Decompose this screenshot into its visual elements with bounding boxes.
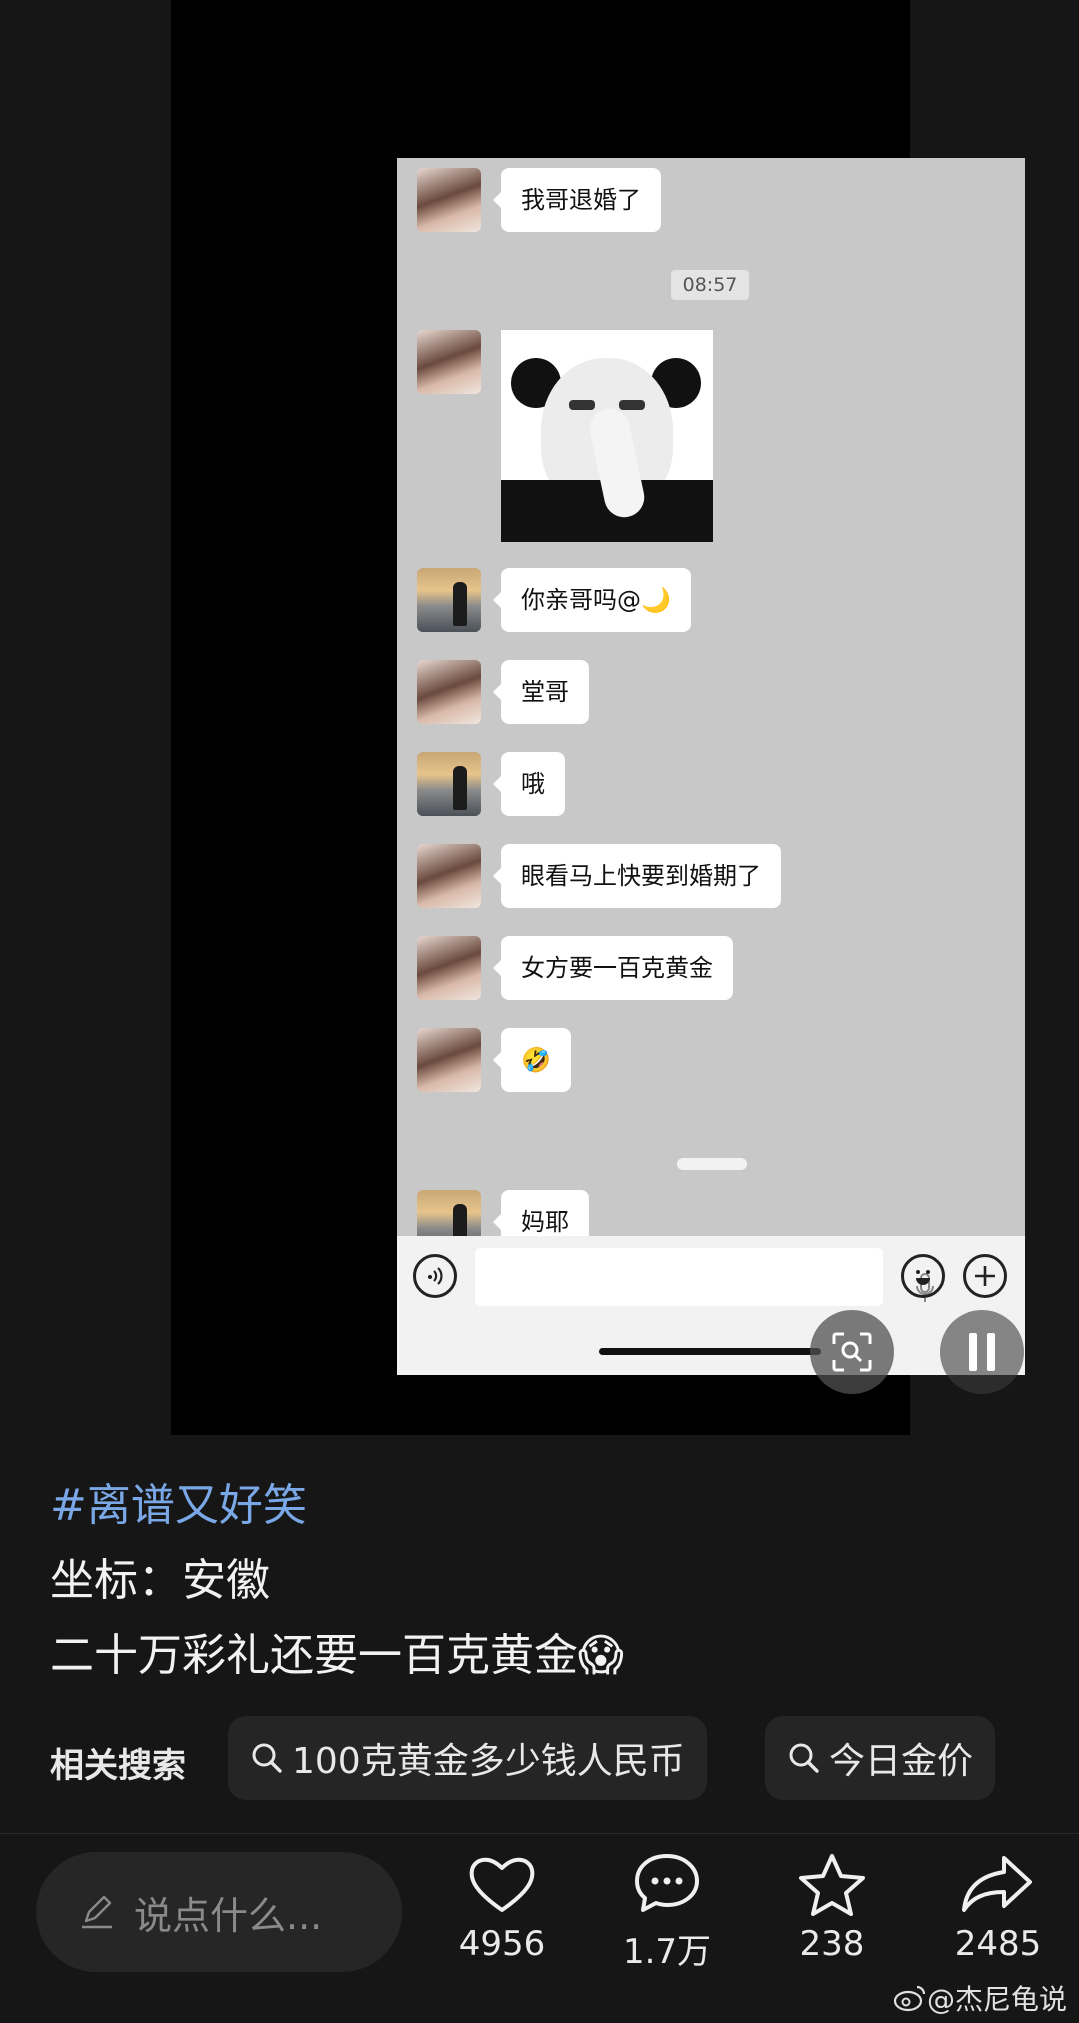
like-button[interactable]: 4956 bbox=[442, 1852, 562, 1964]
message-bubble: 眼看马上快要到婚期了 bbox=[493, 844, 781, 908]
avatar bbox=[417, 168, 481, 232]
home-indicator bbox=[599, 1348, 821, 1355]
plus-icon bbox=[963, 1254, 1007, 1298]
chat-timestamp: 08:57 bbox=[671, 270, 749, 300]
message-bubble: 🤣 bbox=[493, 1028, 571, 1092]
scan-icon bbox=[832, 1332, 872, 1372]
chat-message: 眼看马上快要到婚期了 bbox=[417, 844, 781, 908]
comment-count: 1.7万 bbox=[622, 1932, 712, 1972]
star-icon bbox=[799, 1854, 865, 1916]
message-bubble: 哦 bbox=[493, 752, 565, 816]
avatar bbox=[417, 844, 481, 908]
chat-input-bar bbox=[397, 1236, 1025, 1375]
avatar bbox=[417, 660, 481, 724]
favorite-button[interactable]: 238 bbox=[772, 1852, 892, 1964]
scan-button[interactable] bbox=[810, 1310, 894, 1394]
weibo-watermark: @杰尼龟说 bbox=[893, 1978, 1067, 2018]
chat-screenshot: 我哥退婚了 08:57 你亲哥吗@🌙 堂哥 哦 眼看马上快要到婚期了 女方要一百… bbox=[397, 158, 1025, 1375]
avatar bbox=[417, 936, 481, 1000]
related-search-chip[interactable]: 100克黄金多少钱人民币 bbox=[228, 1716, 707, 1800]
chat-message bbox=[417, 330, 713, 542]
chip-label: 100克黄金多少钱人民币 bbox=[292, 1741, 685, 1782]
video-player[interactable]: 我哥退婚了 08:57 你亲哥吗@🌙 堂哥 哦 眼看马上快要到婚期了 女方要一百… bbox=[171, 0, 1025, 1435]
message-bubble: 你亲哥吗@🌙 bbox=[493, 568, 691, 632]
comment-input[interactable]: 说点什么... bbox=[36, 1852, 402, 1972]
avatar bbox=[417, 752, 481, 816]
related-search-chip[interactable]: 今日金价 bbox=[765, 1716, 996, 1800]
comment-icon bbox=[635, 1854, 699, 1912]
pause-icon bbox=[969, 1333, 977, 1371]
avatar bbox=[417, 330, 481, 394]
chat-message: 我哥退婚了 bbox=[417, 168, 661, 232]
avatar bbox=[417, 1028, 481, 1092]
chat-message: 你亲哥吗@🌙 bbox=[417, 568, 691, 632]
search-icon bbox=[252, 1743, 282, 1773]
weibo-icon bbox=[893, 1985, 926, 2012]
chat-message: 女方要一百克黄金 bbox=[417, 936, 733, 1000]
comment-placeholder: 说点什么... bbox=[134, 1893, 323, 1938]
share-button[interactable]: 2485 bbox=[938, 1852, 1058, 1964]
chat-message: 哦 bbox=[417, 752, 565, 816]
pause-button[interactable] bbox=[940, 1310, 1024, 1394]
favorite-count: 238 bbox=[799, 1924, 865, 1964]
search-icon bbox=[789, 1743, 819, 1773]
emoji-icon bbox=[901, 1254, 945, 1298]
share-icon bbox=[962, 1856, 1032, 1912]
pencil-icon bbox=[82, 1895, 112, 1929]
message-bubble: 我哥退婚了 bbox=[493, 168, 661, 232]
chat-message: 🤣 bbox=[417, 1028, 571, 1092]
message-bubble: 堂哥 bbox=[493, 660, 589, 724]
related-search-label: 相关搜索 bbox=[50, 1746, 186, 1786]
watermark-text: @杰尼龟说 bbox=[927, 1983, 1068, 2016]
panda-meme-sticker bbox=[501, 330, 713, 542]
hashtag-link[interactable]: #离谱又好笑 bbox=[50, 1478, 307, 1534]
avatar bbox=[417, 568, 481, 632]
message-bubble: 女方要一百克黄金 bbox=[493, 936, 733, 1000]
share-count: 2485 bbox=[954, 1924, 1042, 1964]
voice-icon bbox=[413, 1254, 457, 1298]
comment-button[interactable]: 1.7万 bbox=[607, 1852, 727, 1973]
like-count: 4956 bbox=[458, 1924, 546, 1964]
post-body-line: 二十万彩礼还要一百克黄金😱 bbox=[50, 1630, 624, 1681]
blurred-element bbox=[677, 1158, 747, 1170]
heart-icon bbox=[469, 1857, 535, 1912]
post-location-line: 坐标：安徽 bbox=[50, 1555, 270, 1606]
chip-label: 今日金价 bbox=[829, 1741, 974, 1782]
chat-message: 堂哥 bbox=[417, 660, 589, 724]
divider bbox=[0, 1833, 1079, 1834]
chat-text-field bbox=[475, 1248, 934, 1306]
